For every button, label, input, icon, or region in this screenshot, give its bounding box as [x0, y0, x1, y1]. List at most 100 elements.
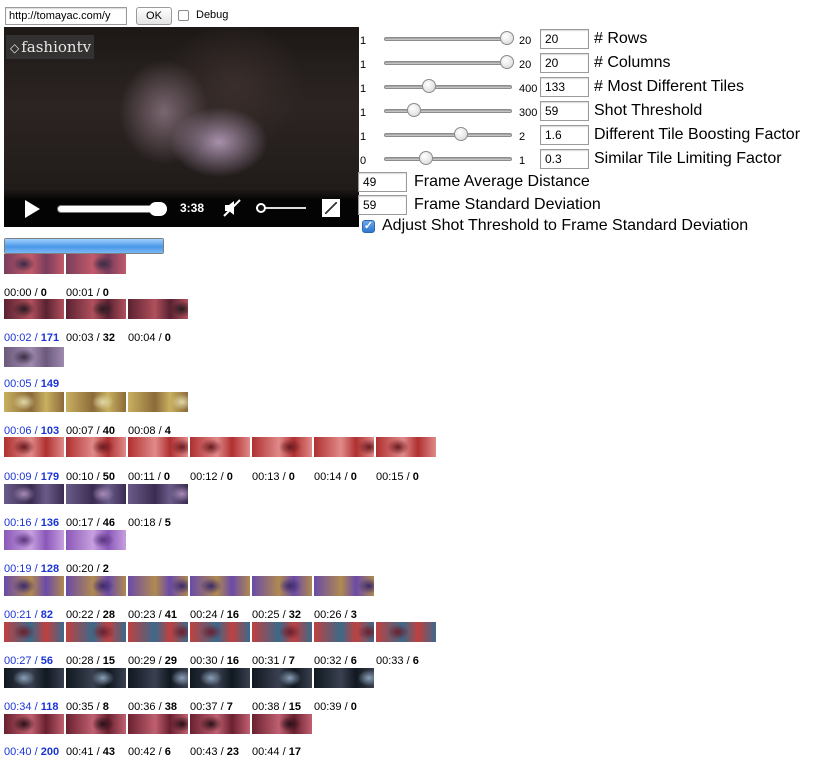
frame-thumbnail[interactable] — [128, 576, 188, 596]
debug-checkbox[interactable] — [178, 10, 189, 21]
slider-handle[interactable] — [500, 31, 514, 45]
slider-track[interactable] — [384, 109, 512, 113]
frame-thumbnail[interactable] — [252, 714, 312, 734]
mute-icon[interactable] — [222, 198, 242, 218]
slider-track[interactable] — [384, 133, 512, 137]
frame-thumbnail[interactable] — [4, 254, 64, 274]
frame-thumbnail[interactable] — [66, 254, 126, 274]
video-url-input[interactable] — [5, 7, 127, 25]
slider-min-label: 1 — [360, 35, 367, 47]
frame-thumbnail[interactable] — [252, 668, 312, 688]
frame-thumbnail[interactable] — [4, 347, 64, 367]
frame-thumbnail[interactable] — [4, 437, 64, 457]
frame-standard-deviation-field[interactable]: 59 — [358, 195, 407, 215]
slider-handle[interactable] — [500, 55, 514, 69]
play-icon[interactable] — [25, 200, 40, 218]
fullscreen-icon[interactable] — [322, 199, 340, 217]
frame-thumbnail[interactable] — [66, 437, 126, 457]
frame-average-distance-label: Frame Average Distance — [414, 173, 590, 190]
frame-thumbnail[interactable] — [128, 437, 188, 457]
slider-track[interactable] — [384, 37, 512, 41]
frame-thumbnail[interactable] — [252, 622, 312, 642]
frame-thumbnail[interactable] — [66, 484, 126, 504]
frame-thumbnail[interactable] — [314, 668, 374, 688]
frame-thumbnail[interactable] — [128, 484, 188, 504]
slider-track[interactable] — [384, 85, 512, 89]
separator: / — [341, 655, 351, 667]
frame-thumbnail[interactable] — [66, 530, 126, 550]
frame-thumbnail[interactable] — [4, 392, 64, 412]
frame-thumbnail[interactable] — [190, 714, 250, 734]
slider-handle[interactable] — [418, 151, 433, 165]
frame-thumbnail[interactable] — [66, 576, 126, 596]
frame-thumbnail[interactable] — [376, 437, 436, 457]
frame-thumbnail[interactable] — [4, 576, 64, 596]
slider-label: Similar Tile Limiting Factor — [594, 150, 782, 167]
progress-fill — [5, 239, 163, 253]
separator: / — [341, 471, 351, 483]
slider-handle[interactable] — [407, 103, 422, 117]
slider-handle[interactable] — [422, 79, 437, 93]
frame-thumbnail[interactable] — [314, 437, 374, 457]
debug-label: Debug — [196, 9, 229, 21]
frame-label: 00:31 / 7 — [252, 655, 295, 667]
slider-handle[interactable] — [453, 127, 468, 141]
frame-timestamp: 00:19 — [4, 563, 32, 575]
slider-value-field[interactable]: 1.6 — [540, 125, 589, 145]
slider-value-field[interactable]: 0.3 — [540, 149, 589, 169]
seek-handle[interactable] — [149, 202, 168, 216]
frame-thumbnail[interactable] — [128, 392, 188, 412]
frame-distance: 128 — [40, 563, 60, 575]
frame-thumbnail[interactable] — [4, 622, 64, 642]
frame-distance: 0 — [412, 471, 419, 483]
frame-thumbnail[interactable] — [4, 299, 64, 319]
frame-thumbnail[interactable] — [128, 622, 188, 642]
slider-track[interactable] — [384, 157, 512, 161]
video-player[interactable]: ◇ fashiontv 3:38 — [4, 27, 359, 227]
slider-row: 1 300 59 Shot Threshold — [358, 101, 808, 123]
frame-distance: 5 — [164, 517, 171, 529]
slider-value-field[interactable]: 20 — [540, 29, 589, 49]
frame-thumbnail[interactable] — [4, 714, 64, 734]
slider-track[interactable] — [384, 61, 512, 65]
separator: / — [155, 332, 165, 344]
slider-value-field[interactable]: 20 — [540, 53, 589, 73]
frame-thumbnail[interactable] — [190, 576, 250, 596]
frame-thumbnail[interactable] — [66, 299, 126, 319]
frame-thumbnail[interactable] — [190, 668, 250, 688]
frame-thumbnail[interactable] — [190, 622, 250, 642]
frame-label: 00:43 / 23 — [190, 746, 239, 758]
slider-max-label: 2 — [519, 131, 526, 143]
frame-thumbnail[interactable] — [128, 714, 188, 734]
frame-thumbnail[interactable] — [190, 437, 250, 457]
frame-distance: 179 — [40, 471, 60, 483]
frame-thumbnail[interactable] — [252, 576, 312, 596]
frame-thumbnail[interactable] — [252, 437, 312, 457]
frame-timestamp: 00:01 — [66, 287, 94, 299]
frame-label: 00:33 / 6 — [376, 655, 419, 667]
frame-thumbnail[interactable] — [66, 622, 126, 642]
ok-button[interactable]: OK — [136, 7, 172, 25]
frame-average-distance-field[interactable]: 49 — [358, 172, 407, 192]
frame-thumbnail[interactable] — [66, 714, 126, 734]
slider-value-field[interactable]: 133 — [540, 77, 589, 97]
volume-handle[interactable] — [256, 203, 266, 213]
frame-thumbnail[interactable] — [376, 622, 436, 642]
frame-label: 00:37 / 7 — [190, 701, 233, 713]
frame-thumbnail[interactable] — [4, 484, 64, 504]
frame-thumbnail[interactable] — [4, 530, 64, 550]
frame-thumbnail[interactable] — [66, 392, 126, 412]
frame-timestamp: 00:04 — [128, 332, 156, 344]
separator: / — [31, 655, 41, 667]
frame-thumbnail[interactable] — [4, 668, 64, 688]
frame-thumbnail[interactable] — [128, 299, 188, 319]
frame-distance: 7 — [288, 655, 295, 667]
frame-thumbnail[interactable] — [314, 576, 374, 596]
frame-thumbnail[interactable] — [66, 668, 126, 688]
separator: / — [217, 609, 227, 621]
frame-distance: 38 — [164, 701, 177, 713]
slider-value-field[interactable]: 59 — [540, 101, 589, 121]
frame-thumbnail[interactable] — [128, 668, 188, 688]
frame-thumbnail[interactable] — [314, 622, 374, 642]
adjust-threshold-checkbox[interactable]: ✓ — [362, 220, 375, 233]
